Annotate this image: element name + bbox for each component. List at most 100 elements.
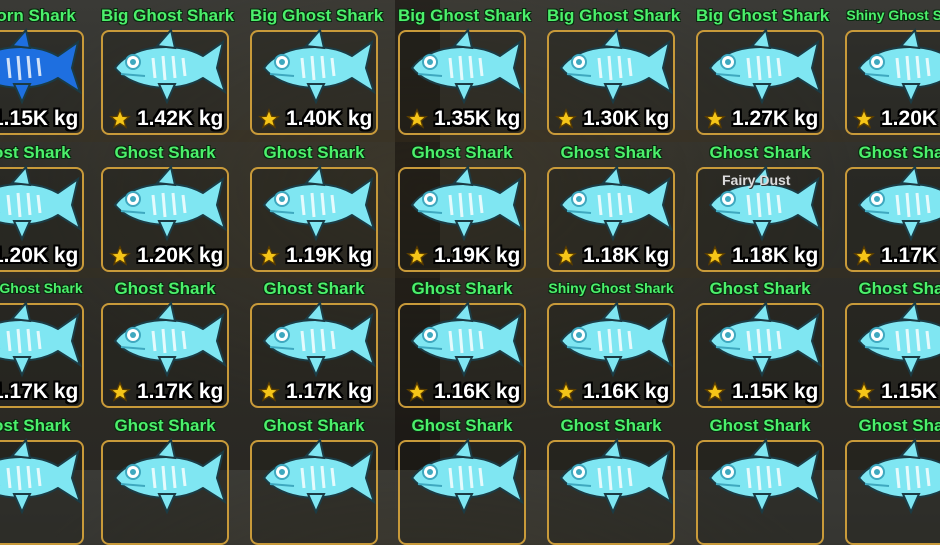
inventory-slot[interactable]: Ghost Shark — [696, 410, 824, 545]
inventory-slot[interactable]: Ghost Shark 1.18K kg — [547, 137, 675, 272]
item-card[interactable]: 1.18K kg — [547, 165, 675, 272]
item-card[interactable]: 1.19K kg — [398, 165, 526, 272]
item-card[interactable]: 1.17K kg — [845, 165, 940, 272]
item-card[interactable]: 1.15K kg — [696, 301, 824, 408]
item-card[interactable] — [547, 438, 675, 545]
item-name: Shiny Ghost Shark — [548, 280, 674, 296]
item-card[interactable]: 1.40K kg — [250, 28, 378, 135]
item-name: Ghost Shark — [560, 143, 662, 162]
item-card[interactable]: 1.15K kg — [845, 301, 940, 408]
inventory-slot[interactable]: Ghost Shark 1.17K kg — [101, 273, 229, 408]
item-card[interactable] — [845, 438, 940, 545]
item-card[interactable]: 1.17K kg — [0, 301, 84, 408]
inventory-slot[interactable]: Ghost Shark 1.15K kg — [845, 273, 940, 408]
shark-icon — [0, 438, 82, 515]
star-icon — [853, 245, 875, 266]
item-name: Ghost Shark — [114, 279, 216, 298]
item-name: Shiny Ghost Shark — [0, 280, 83, 296]
weight-value: 1.18K kg — [583, 244, 670, 267]
item-weight: 1.16K kg — [555, 380, 669, 404]
item-card[interactable] — [398, 438, 526, 545]
item-card[interactable]: 1.20K kg — [845, 28, 940, 135]
item-name: Ghost Shark — [263, 143, 365, 162]
item-name: Ghost Shark — [709, 416, 811, 435]
item-weight: 1.30K kg — [555, 107, 669, 131]
star-icon — [555, 245, 577, 266]
shark-icon — [262, 301, 376, 378]
item-card[interactable]: 1.42K kg — [101, 28, 229, 135]
inventory-slot[interactable]: Ghost Shark — [398, 410, 526, 545]
item-weight: 1.35K kg — [406, 107, 520, 131]
weight-value: 1.20K kg — [881, 107, 940, 130]
item-card[interactable]: 1.16K kg — [547, 301, 675, 408]
star-icon — [258, 245, 280, 266]
shark-icon — [559, 28, 673, 105]
inventory-slot[interactable]: Shiny Ghost Shark 1.20K kg — [845, 0, 940, 135]
inventory-slot[interactable]: Ghost Shark — [547, 410, 675, 545]
star-icon — [258, 108, 280, 129]
weight-value: 1.16K kg — [434, 380, 521, 403]
item-card[interactable]: 1.16K kg — [398, 301, 526, 408]
item-card[interactable]: 1.20K kg — [0, 165, 84, 272]
shark-icon — [857, 301, 940, 378]
inventory-slot[interactable]: Shiny Ghost Shark 1.16K kg — [547, 273, 675, 408]
inventory-slot[interactable]: Ghost Shark 1.17K kg — [845, 137, 940, 272]
inventory-slot[interactable]: Ghost Shark 1.19K kg — [398, 137, 526, 272]
weight-value: 1.15K kg — [732, 380, 819, 403]
item-name: Big Ghost Shark — [547, 6, 681, 25]
shark-icon — [0, 165, 82, 242]
item-card[interactable]: 1.17K kg — [250, 301, 378, 408]
inventory-slot[interactable]: Ghost Shark 1.20K kg — [0, 137, 84, 272]
item-card[interactable]: 1.35K kg — [398, 28, 526, 135]
item-weight: 1.18K kg — [555, 244, 669, 268]
item-weight: 1.27K kg — [704, 107, 818, 131]
inventory-slot[interactable]: Ghost Shark 1.15K kg — [696, 273, 824, 408]
weight-value: 1.17K kg — [881, 244, 940, 267]
item-card[interactable]: 1.15K kg — [0, 28, 84, 135]
item-card[interactable] — [250, 438, 378, 545]
weight-value: 1.18K kg — [732, 244, 819, 267]
inventory-slot[interactable]: Ghost Shark — [845, 410, 940, 545]
inventory-slot[interactable]: Reborn Shark 1.15K kg — [0, 0, 84, 135]
inventory-slot[interactable]: Ghost Shark 1.18K kg — [696, 137, 824, 272]
item-name: Ghost Shark — [0, 143, 71, 162]
inventory-slot[interactable]: Big Ghost Shark 1.42K kg — [101, 0, 234, 135]
star-icon — [109, 381, 131, 402]
item-name: Ghost Shark — [709, 279, 811, 298]
inventory-slot[interactable]: Big Ghost Shark 1.27K kg — [696, 0, 830, 135]
inventory-slot[interactable]: Shiny Ghost Shark 1.17K kg — [0, 273, 84, 408]
inventory-slot[interactable]: Big Ghost Shark 1.35K kg — [398, 0, 531, 135]
inventory-slot[interactable]: Big Ghost Shark 1.30K kg — [547, 0, 681, 135]
item-weight: 1.15K kg — [0, 107, 78, 131]
item-weight: 1.15K kg — [853, 380, 940, 404]
shark-icon — [410, 28, 524, 105]
item-name: Ghost Shark — [0, 416, 71, 435]
shark-icon — [559, 165, 673, 242]
item-card[interactable]: 1.19K kg — [250, 165, 378, 272]
item-weight: 1.15K kg — [704, 380, 818, 404]
shark-icon — [559, 438, 673, 515]
inventory-slot[interactable]: Ghost Shark 1.20K kg — [101, 137, 229, 272]
inventory-slot[interactable]: Ghost Shark 1.17K kg — [250, 273, 378, 408]
item-card[interactable] — [101, 438, 229, 545]
shark-icon — [857, 28, 940, 105]
star-icon — [109, 108, 131, 129]
weight-value: 1.20K kg — [137, 244, 224, 267]
weight-value: 1.17K kg — [286, 380, 373, 403]
inventory-slot[interactable]: Ghost Shark — [101, 410, 229, 545]
weight-value: 1.15K kg — [881, 380, 940, 403]
item-card[interactable]: 1.27K kg — [696, 28, 824, 135]
item-name: Big Ghost Shark — [696, 6, 830, 25]
inventory-slot[interactable]: Ghost Shark — [250, 410, 378, 545]
item-card[interactable] — [696, 438, 824, 545]
inventory-slot[interactable]: Ghost Shark — [0, 410, 84, 545]
item-card[interactable]: 1.20K kg — [101, 165, 229, 272]
item-card[interactable]: 1.17K kg — [101, 301, 229, 408]
inventory-slot[interactable]: Big Ghost Shark 1.40K kg — [250, 0, 383, 135]
item-card[interactable]: 1.30K kg — [547, 28, 675, 135]
inventory-slot[interactable]: Ghost Shark 1.19K kg — [250, 137, 378, 272]
star-icon — [406, 108, 428, 129]
shark-icon — [708, 301, 822, 378]
inventory-slot[interactable]: Ghost Shark 1.16K kg — [398, 273, 526, 408]
item-card[interactable] — [0, 438, 84, 545]
